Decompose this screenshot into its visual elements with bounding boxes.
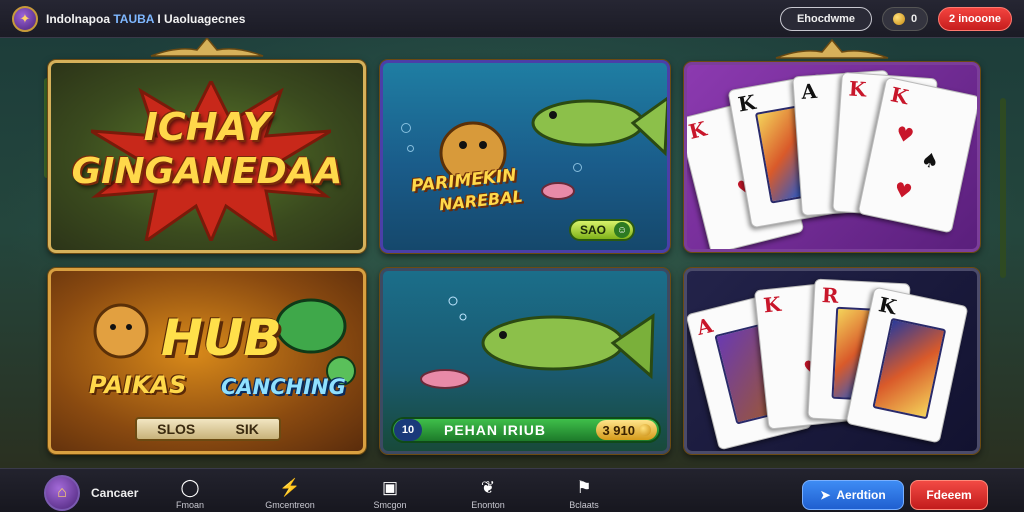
game-tile-5[interactable]: 10 PEHAN IRIUB 3 910 bbox=[380, 268, 670, 454]
nav-item-2[interactable]: ⚡ Gmcentreon bbox=[255, 477, 325, 510]
tile-4-bar-right: SIK bbox=[235, 421, 259, 437]
game-tile-3[interactable]: K ♥ K A ♠ K ♥ K ♥♠♥ bbox=[684, 62, 980, 252]
nav-item-3[interactable]: ▣ Smcgon bbox=[355, 477, 425, 510]
game-lobby: ICHAY GINGANEDAA PARIMEKIN NAREBAL SAO ☺… bbox=[0, 38, 1024, 468]
tile-2-tag-label: SAO bbox=[580, 223, 607, 237]
tile-4-bar-left: SLOS bbox=[157, 421, 196, 437]
crown-ornament bbox=[772, 38, 892, 60]
person-icon: ☺ bbox=[614, 222, 630, 238]
coin-balance[interactable]: 0 bbox=[882, 6, 928, 31]
tile-5-bar-icon: 10 bbox=[394, 419, 422, 441]
emblem-icon[interactable]: ✦ bbox=[12, 5, 38, 32]
user-name: Cancaer bbox=[91, 486, 139, 500]
nav-item-1[interactable]: ◯ Fmoan bbox=[155, 477, 225, 510]
coin-balance-value: 0 bbox=[910, 12, 918, 25]
tile-5-bar-label: PEHAN IRIUB bbox=[444, 422, 547, 438]
red-action-button[interactable]: Fdeeem bbox=[910, 480, 988, 510]
gift-icon: ▣ bbox=[381, 478, 399, 497]
tile-1-title-line-2: GINGANEDAA bbox=[71, 151, 343, 192]
game-tile-2[interactable]: PARIMEKIN NAREBAL SAO ☺ bbox=[380, 60, 670, 253]
app-title: Indolnapoa TAUBA I Uaoluagecnes bbox=[46, 12, 245, 26]
tile-4-title-line-2: PAIKAS bbox=[89, 371, 187, 399]
coin-icon bbox=[892, 12, 905, 25]
game-tile-6[interactable]: A K ♥ R K bbox=[684, 268, 980, 454]
vine-decoration bbox=[1000, 98, 1006, 278]
avatar[interactable]: ⌂ bbox=[44, 475, 80, 511]
blue-action-button[interactable]: ➤ Aerdtion bbox=[802, 480, 904, 510]
tile-5-amount: 3 910 bbox=[596, 420, 657, 440]
game-tile-4[interactable]: HUB PAIKAS CANCHING SLOS SIK bbox=[48, 268, 366, 454]
coin-icon bbox=[639, 424, 651, 436]
nav-item-5[interactable]: ⚑ Bclaats bbox=[549, 477, 619, 510]
top-bar: ✦ Indolnapoa TAUBA I Uaoluagecnes Ehocdw… bbox=[0, 0, 1024, 38]
title-highlight: TAUBA bbox=[113, 11, 155, 26]
butterfly-icon: ❦ bbox=[480, 478, 496, 497]
flag-icon: ⚑ bbox=[576, 478, 592, 497]
circle-icon: ◯ bbox=[180, 478, 200, 497]
game-tile-1[interactable]: ICHAY GINGANEDAA bbox=[48, 60, 366, 253]
bottom-bar: ⌂ Cancaer ◯ Fmoan ⚡ Gmcentreon ▣ Smcgon … bbox=[0, 468, 1024, 512]
tile-2-tag[interactable]: SAO ☺ bbox=[569, 219, 635, 241]
tile-4-title-line-1: HUB bbox=[161, 309, 282, 367]
secondary-header-button[interactable]: Ehocdwme bbox=[780, 6, 872, 31]
tile-4-info-bar[interactable]: SLOS SIK bbox=[135, 417, 281, 441]
send-icon: ➤ bbox=[820, 488, 831, 502]
crown-ornament bbox=[147, 38, 267, 58]
nav-item-4[interactable]: ❦ Enonton bbox=[453, 477, 523, 510]
title-part-2: I Uaoluagecnes bbox=[157, 11, 246, 26]
title-part-1: Indolnapoa bbox=[46, 11, 110, 26]
tile-5-action-bar[interactable]: 10 PEHAN IRIUB 3 910 bbox=[391, 417, 661, 443]
tile-1-title-line-1: ICHAY bbox=[143, 105, 271, 149]
tile-4-title-line-3: CANCHING bbox=[221, 375, 346, 399]
primary-header-button[interactable]: 2 inooone bbox=[938, 6, 1012, 31]
lightning-icon: ⚡ bbox=[279, 478, 301, 497]
